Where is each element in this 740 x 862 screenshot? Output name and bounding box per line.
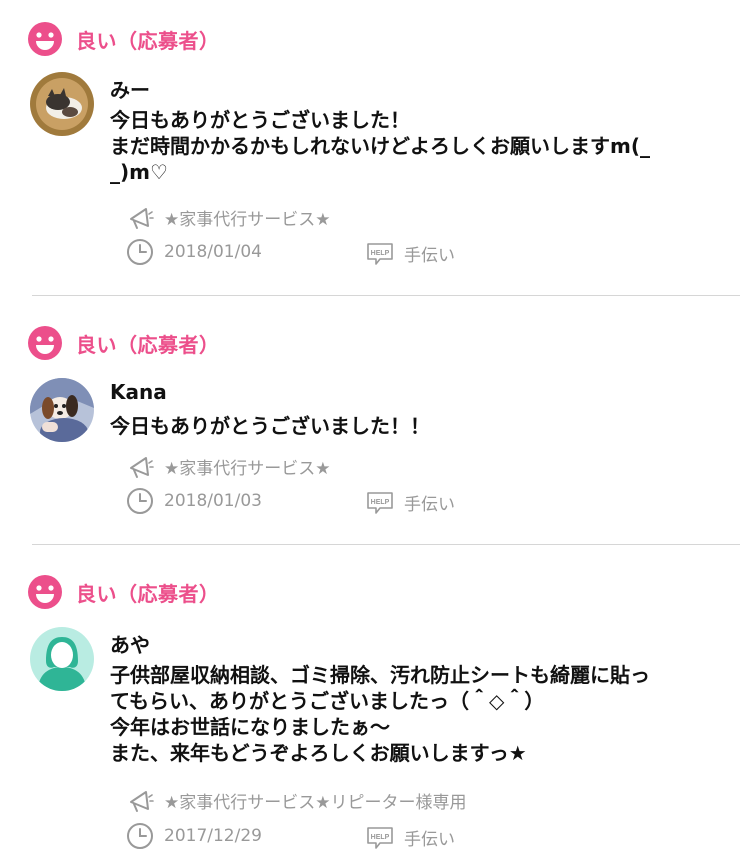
review-date: 2017/12/29	[164, 826, 262, 846]
user-name: みー	[110, 78, 150, 102]
category-meta[interactable]: HELP 手伝い	[366, 241, 455, 266]
service-meta[interactable]: ★家事代行サービス★	[128, 454, 330, 479]
category-name: 手伝い	[404, 246, 455, 266]
review-comment: 今日もありがとうございました！ まだ時間かかるかもしれないけどよろしくお願いしま…	[110, 107, 720, 185]
help-icon: HELP	[367, 491, 393, 514]
rating-row: 良い（応募者）	[28, 575, 220, 609]
review-date: 2018/01/04	[164, 242, 262, 262]
review-comment: 今日もありがとうございました！！	[110, 413, 720, 439]
review-comment: 子供部屋収納相談、ゴミ掃除、汚れ防止シートも綺麗に貼っ てもらい、ありがとうござ…	[110, 662, 720, 766]
review-date: 2018/01/03	[164, 491, 262, 511]
user-name: あや	[110, 633, 150, 657]
clock-icon	[127, 488, 153, 514]
comment-line: _)m♡	[110, 160, 168, 184]
comment-line: てもらい、ありがとうございましたっ（＾◇＾）	[110, 689, 545, 713]
comment-line: まだ時間かかるかもしれないけどよろしくお願いしますm(_	[110, 134, 650, 158]
date-meta: 2017/12/29	[126, 822, 262, 850]
clock-icon	[127, 239, 153, 265]
smile-icon	[28, 575, 62, 609]
service-name: ★家事代行サービス★	[164, 210, 331, 230]
review-item: 良い（応募者） Kana 今日もありがとうございました！！ ★家事代行サービス★…	[0, 296, 740, 545]
service-name: ★家事代行サービス★リピーター様専用	[164, 793, 467, 813]
comment-line: 子供部屋収納相談、ゴミ掃除、汚れ防止シートも綺麗に貼っ	[110, 663, 650, 687]
category-meta[interactable]: HELP 手伝い	[366, 825, 455, 850]
date-meta: 2018/01/04	[126, 238, 262, 266]
dog-photo-avatar[interactable]	[30, 378, 94, 442]
category-name: 手伝い	[404, 830, 455, 850]
help-icon: HELP	[367, 826, 393, 849]
comment-line: 今日もありがとうございました！！	[110, 414, 430, 438]
date-meta: 2018/01/03	[126, 487, 262, 515]
svg-text:HELP: HELP	[371, 834, 390, 841]
megaphone-icon	[130, 790, 154, 812]
comment-line: 今日もありがとうございました！	[110, 108, 410, 132]
service-meta[interactable]: ★家事代行サービス★	[128, 205, 330, 230]
review-item: 良い（応募者） あや 子供部屋収納相談、ゴミ掃除、汚れ防止シートも綺麗に貼っ て…	[0, 545, 740, 862]
category-meta[interactable]: HELP 手伝い	[366, 490, 455, 515]
rating-label: 良い（応募者）	[76, 332, 220, 357]
smile-icon	[28, 326, 62, 360]
help-icon: HELP	[367, 242, 393, 265]
smile-icon	[28, 22, 62, 56]
default-user-avatar[interactable]	[30, 627, 94, 691]
comment-line: また、来年もどうぞよろしくお願いしますっ★	[110, 741, 527, 765]
cat-photo-avatar[interactable]	[30, 72, 94, 136]
rating-label: 良い（応募者）	[76, 581, 220, 606]
rating-row: 良い（応募者）	[28, 22, 220, 56]
service-meta[interactable]: ★家事代行サービス★リピーター様専用	[128, 788, 466, 813]
rating-label: 良い（応募者）	[76, 28, 220, 53]
review-item: 良い（応募者） みー 今日もありがとうございました！ まだ時間かかるかもしれない…	[0, 0, 740, 296]
user-name: Kana	[110, 380, 167, 404]
clock-icon	[127, 823, 153, 849]
svg-text:HELP: HELP	[371, 250, 390, 257]
rating-row: 良い（応募者）	[28, 326, 220, 360]
svg-text:HELP: HELP	[371, 499, 390, 506]
megaphone-icon	[130, 456, 154, 478]
megaphone-icon	[130, 207, 154, 229]
service-name: ★家事代行サービス★	[164, 459, 331, 479]
category-name: 手伝い	[404, 495, 455, 515]
comment-line: 今年はお世話になりましたぁ〜	[110, 715, 390, 739]
